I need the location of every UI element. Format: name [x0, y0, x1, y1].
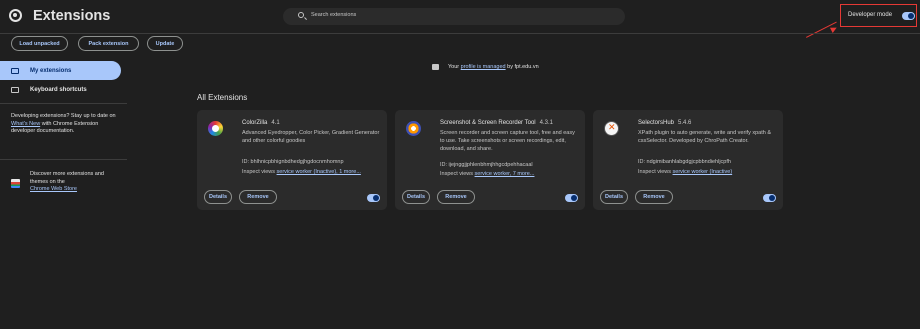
update-button[interactable]: Update: [147, 36, 183, 51]
managed-suffix: by fpt.edu.vn: [507, 64, 539, 70]
search-icon: [298, 12, 304, 18]
details-button[interactable]: Details: [402, 190, 430, 204]
load-unpacked-button[interactable]: Load unpacked: [11, 36, 68, 51]
managed-notice: Your profile is managed by fpt.edu.vn: [432, 64, 539, 70]
inspect-label: Inspect views: [638, 169, 673, 175]
extension-description: XPath plugin to auto generate, write and…: [638, 130, 771, 144]
extension-id: ID: ndgimibanhlabgdgjcpbbndiehljcpfh: [638, 159, 731, 165]
extension-enable-toggle[interactable]: [565, 194, 578, 202]
page-title: Extensions: [33, 8, 111, 24]
search-placeholder: Search extensions: [311, 11, 357, 18]
top-bar: Extensions Search extensions Developer m…: [0, 0, 920, 33]
extension-description: Screen recorder and screen capture tool,…: [440, 130, 575, 152]
sidebar-item-label: My extensions: [30, 67, 72, 74]
toggle-knob: [373, 195, 379, 201]
toggle-knob: [908, 13, 914, 19]
sidebar-item-keyboard-shortcuts[interactable]: Keyboard shortcuts: [0, 80, 121, 99]
extension-description: Advanced Eyedropper, Color Picker, Gradi…: [242, 130, 380, 144]
extension-name: Screenshot & Screen Recorder Tool 4.3.1: [440, 120, 553, 126]
extension-card-colorzilla: ColorZilla 4.1 Advanced Eyedropper, Color…: [197, 110, 387, 210]
inspect-link[interactable]: service worker, 7 more...: [475, 171, 535, 177]
web-store-icon: [11, 179, 20, 188]
inspect-label: Inspect views: [242, 169, 277, 175]
extension-version: 4.3.1: [539, 120, 553, 126]
extension-name: ColorZilla 4.1: [242, 120, 280, 126]
sidebar-item-label: Keyboard shortcuts: [30, 86, 87, 93]
selectorshub-icon: [604, 121, 619, 136]
inspect-views: Inspect views service worker (Inactive): [638, 169, 732, 175]
whats-new-link[interactable]: What's New: [11, 121, 40, 127]
toggle-knob: [769, 195, 775, 201]
extension-icon: [11, 67, 19, 74]
extension-card-screenshot-recorder: Screenshot & Screen Recorder Tool 4.3.1 S…: [395, 110, 585, 210]
sidebar-divider: [0, 103, 127, 104]
toggle-knob: [571, 195, 577, 201]
promo-text: Developing extensions? Stay up to date o…: [11, 113, 116, 119]
inspect-views: Inspect views service worker, 7 more...: [440, 171, 534, 177]
search-input[interactable]: Search extensions: [283, 8, 625, 25]
extension-name: SelectorsHub 5.4.6: [638, 120, 691, 126]
inspect-link[interactable]: service worker (Inactive), 1 more...: [277, 169, 361, 175]
remove-button[interactable]: Remove: [635, 190, 673, 204]
extension-version: 5.4.6: [678, 120, 692, 126]
extension-id: ID: bhlhnicpbhignbdhedgjhgdocnmhomnp: [242, 159, 344, 165]
sidebar-item-my-extensions[interactable]: My extensions: [0, 61, 121, 80]
managed-prefix: Your: [448, 64, 460, 70]
sidebar-divider: [0, 159, 127, 160]
pack-extension-button[interactable]: Pack extension: [78, 36, 139, 51]
store-promo: Discover more extensions and themes on t…: [30, 171, 122, 194]
remove-button[interactable]: Remove: [239, 190, 277, 204]
extension-enable-toggle[interactable]: [763, 194, 776, 202]
developer-toolbar: Load unpacked Pack extension Update: [0, 34, 920, 56]
developer-mode-label: Developer mode: [848, 12, 893, 18]
extension-version: 4.1: [271, 120, 280, 126]
developer-mode-annotation-box: Developer mode: [840, 4, 917, 27]
extension-name-text: SelectorsHub: [638, 120, 675, 126]
extension-id: ID: ijejnggjjphlenbhmjhhgcdpehhacaal: [440, 162, 533, 168]
inspect-views: Inspect views service worker (Inactive),…: [242, 169, 361, 175]
building-icon: [432, 64, 439, 70]
sidebar: My extensions Keyboard shortcuts Develop…: [0, 56, 127, 329]
colorzilla-icon: [208, 121, 223, 136]
chrome-web-store-link[interactable]: Chrome Web Store: [30, 186, 77, 192]
extension-name-text: Screenshot & Screen Recorder Tool: [440, 120, 536, 126]
inspect-label: Inspect views: [440, 171, 475, 177]
details-button[interactable]: Details: [600, 190, 628, 204]
keyboard-icon: [11, 86, 19, 93]
profile-managed-link[interactable]: profile is managed: [461, 64, 506, 70]
developer-promo: Developing extensions? Stay up to date o…: [11, 113, 121, 136]
developer-mode-toggle[interactable]: [902, 12, 915, 20]
store-text: Discover more extensions and themes on t…: [30, 171, 104, 185]
chrome-logo-icon: [9, 9, 22, 22]
extension-enable-toggle[interactable]: [367, 194, 380, 202]
remove-button[interactable]: Remove: [437, 190, 475, 204]
inspect-link[interactable]: service worker (Inactive): [673, 169, 733, 175]
all-extensions-heading: All Extensions: [197, 93, 248, 102]
screenshot-recorder-icon: [406, 121, 421, 136]
details-button[interactable]: Details: [204, 190, 232, 204]
extension-name-text: ColorZilla: [242, 120, 268, 126]
extension-card-selectorshub: SelectorsHub5.4.6 XPath plugin to auto g…: [593, 110, 783, 210]
